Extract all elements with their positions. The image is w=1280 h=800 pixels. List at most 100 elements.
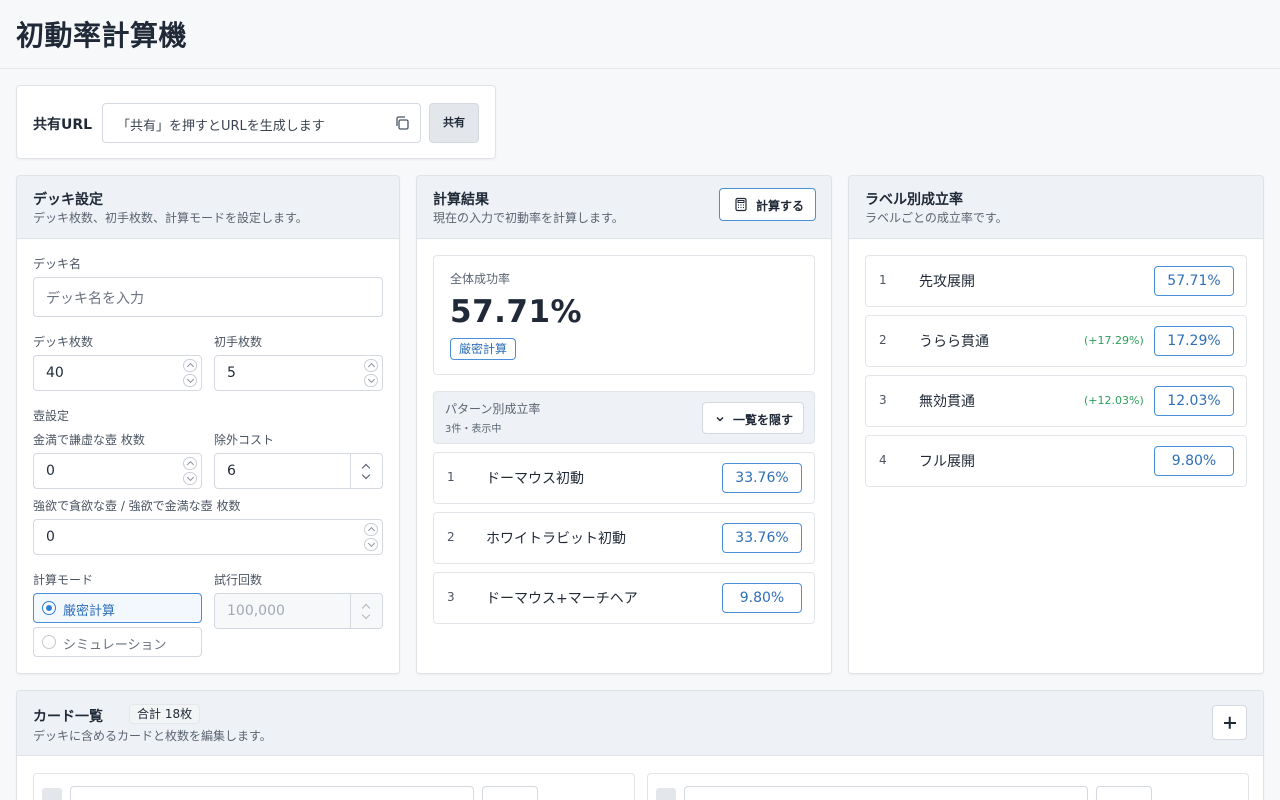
pattern-row-number: 3 (447, 590, 455, 604)
radio-unselected-icon (42, 635, 56, 649)
pattern-row-rate: 33.76% (722, 523, 802, 553)
pattern-row: 2 ホワイトラビット初動 33.76% (433, 512, 815, 564)
mode-option-simulation-label: シミュレーション (63, 638, 167, 653)
label-row-rate: 12.03% (1154, 386, 1234, 416)
pattern-row: 3 ドーマウス+マーチヘア 9.80% (433, 572, 815, 624)
share-url-placeholder: 「共有」を押すとURLを生成します (117, 119, 325, 134)
label-row-name: フル展開 (919, 454, 975, 470)
drag-handle-icon[interactable] (42, 788, 62, 800)
label-row-rate: 9.80% (1154, 446, 1234, 476)
deck-settings-card: デッキ設定 デッキ枚数、初手枚数、計算モードを設定します。 デッキ名 デッキ名を… (16, 175, 400, 674)
deck-name-placeholder: デッキ名を入力 (46, 291, 144, 307)
card-list-card: カード一覧 合計 18枚 デッキに含めるカードと枚数を編集します。 (16, 690, 1264, 800)
card-list-description: デッキに含めるカードと枚数を編集します。 (33, 729, 272, 743)
trials-placeholder: 100,000 (227, 603, 285, 619)
pattern-title: パターン別成立率 (445, 402, 541, 416)
labels-header: ラベル別成立率 ラベルごとの成立率です。 (849, 176, 1263, 239)
total-success-box: 全体成功率 57.71% 厳密計算 (433, 255, 815, 375)
label-row: 4 フル展開 9.80% (865, 435, 1247, 487)
card-entry (33, 773, 635, 800)
hand-size-label: 初手枚数 (214, 335, 263, 349)
deck-size-label: デッキ枚数 (33, 335, 94, 349)
labels-description: ラベルごとの成立率です。 (865, 211, 1008, 225)
pattern-row-number: 2 (447, 530, 455, 544)
label-row-number: 4 (879, 453, 887, 467)
pot-greed-input[interactable]: 0 (33, 519, 383, 555)
pattern-row-rate: 9.80% (722, 583, 802, 613)
hide-list-button[interactable]: 一覧を隠す (702, 402, 804, 434)
results-card: 計算結果 現在の入力で初動率を計算します。 計算する 全体成功率 57.71% … (416, 175, 832, 674)
chevron-down-icon (716, 416, 724, 422)
label-row: 1 先攻展開 57.71% (865, 255, 1247, 307)
share-card: 共有URL 「共有」を押すとURLを生成します 共有 (16, 85, 496, 159)
calculate-button[interactable]: 計算する (719, 188, 816, 221)
pot-greed-label: 強欲で貪欲な壺 / 強欲で金満な壺 枚数 (33, 499, 241, 513)
deck-size-input[interactable]: 40 (33, 355, 202, 391)
share-label: 共有URL (33, 117, 93, 133)
add-card-button[interactable] (1212, 705, 1247, 740)
pot-modest-spinner[interactable] (183, 457, 197, 485)
total-success-value: 57.71% (450, 294, 583, 330)
label-row-rate: 57.71% (1154, 266, 1234, 296)
pot-greed-spinner[interactable] (364, 523, 378, 551)
card-count-input[interactable] (1096, 786, 1152, 800)
deck-settings-title: デッキ設定 (33, 192, 103, 208)
banish-cost-value: 6 (227, 463, 236, 479)
hand-size-spinner[interactable] (364, 359, 378, 387)
label-row-delta: (+12.03%) (1084, 394, 1144, 407)
label-row: 3 無効貫通 (+12.03%) 12.03% (865, 375, 1247, 427)
pattern-row: 1 ドーマウス初動 33.76% (433, 452, 815, 504)
pot-modest-value: 0 (46, 463, 55, 479)
label-row-number: 2 (879, 333, 887, 347)
app-title: 初動率計算機 (16, 19, 188, 52)
trials-input[interactable]: 100,000 (214, 593, 383, 629)
total-success-label: 全体成功率 (450, 272, 511, 286)
share-url-field[interactable]: 「共有」を押すとURLを生成します (102, 103, 421, 143)
label-row: 2 うらら貫通 (+17.29%) 17.29% (865, 315, 1247, 367)
pattern-row-name: ドーマウス+マーチヘア (486, 591, 638, 607)
hide-list-button-label: 一覧を隠す (733, 413, 794, 427)
label-row-rate: 17.29% (1154, 326, 1234, 356)
mode-option-exact-label: 厳密計算 (63, 604, 116, 619)
pot-greed-value: 0 (46, 529, 55, 545)
card-name-input[interactable] (70, 786, 474, 800)
radio-selected-icon (42, 601, 56, 615)
card-entry (647, 773, 1249, 800)
pot-section-label: 壺設定 (33, 409, 70, 423)
pattern-header: パターン別成立率 3件・表示中 一覧を隠す (433, 391, 815, 444)
pot-modest-input[interactable]: 0 (33, 453, 202, 489)
deck-settings-header: デッキ設定 デッキ枚数、初手枚数、計算モードを設定します。 (17, 176, 399, 239)
mode-label: 計算モード (33, 573, 94, 587)
pattern-row-number: 1 (447, 470, 455, 484)
share-button[interactable]: 共有 (429, 103, 479, 143)
hand-size-input[interactable]: 5 (214, 355, 383, 391)
banish-cost-chevron-icon[interactable] (350, 454, 382, 488)
labels-card: ラベル別成立率 ラベルごとの成立率です。 1 先攻展開 57.71% 2 うらら… (848, 175, 1264, 674)
banish-cost-label: 除外コスト (214, 433, 275, 447)
banish-cost-select[interactable]: 6 (214, 453, 383, 489)
card-count-input[interactable] (482, 786, 538, 800)
calculate-button-label: 計算する (756, 199, 805, 213)
pot-modest-label: 金満で謙虚な壺 枚数 (33, 433, 145, 447)
hand-size-value: 5 (227, 365, 236, 381)
pattern-row-name: ドーマウス初動 (486, 471, 584, 487)
mode-badge: 厳密計算 (450, 338, 517, 360)
results-title: 計算結果 (433, 192, 489, 208)
drag-handle-icon[interactable] (656, 788, 676, 800)
labels-title: ラベル別成立率 (865, 192, 963, 208)
label-row-name: 無効貫通 (919, 394, 975, 410)
deck-settings-description: デッキ枚数、初手枚数、計算モードを設定します。 (33, 211, 308, 225)
deck-name-label: デッキ名 (33, 257, 82, 271)
results-description: 現在の入力で初動率を計算します。 (433, 211, 624, 225)
results-header: 計算結果 現在の入力で初動率を計算します。 計算する (417, 176, 831, 239)
mode-option-exact[interactable]: 厳密計算 (33, 593, 202, 623)
copy-icon[interactable] (394, 115, 410, 131)
trials-label: 試行回数 (214, 573, 263, 587)
mode-option-simulation[interactable]: シミュレーション (33, 627, 202, 657)
pattern-row-rate: 33.76% (722, 463, 802, 493)
card-name-input[interactable] (684, 786, 1088, 800)
card-count-badge: 合計 18枚 (129, 704, 201, 724)
deck-name-input[interactable]: デッキ名を入力 (33, 277, 383, 317)
card-list-header: カード一覧 合計 18枚 デッキに含めるカードと枚数を編集します。 (17, 691, 1263, 756)
deck-size-spinner[interactable] (183, 359, 197, 387)
